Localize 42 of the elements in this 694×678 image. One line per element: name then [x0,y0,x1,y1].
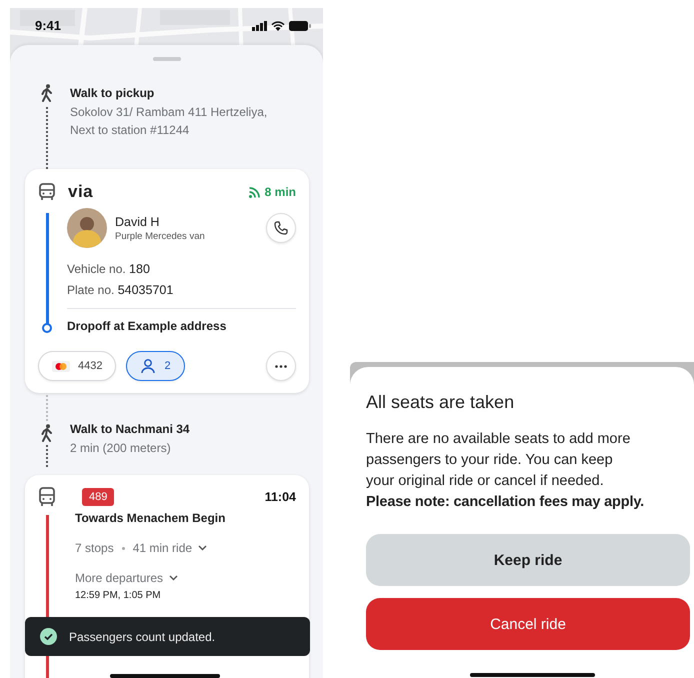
pickup-address: Sokolov 31/ Rambam 411 Hertzeliya, Next to station #11244 [70,104,268,139]
dialog-button[interactable]: Cancel ride [366,598,690,650]
vehicle-description: Purple Mercedes van [115,230,205,242]
dialog-button[interactable]: Keep ride [366,534,690,586]
ride-duration: 41 min ride [132,541,192,555]
brand-logo: via [68,182,94,202]
chevron-down-icon[interactable] [169,575,178,581]
payment-chip[interactable]: 4432 [38,351,116,381]
vehicle-number: Vehicle no. 180 [67,262,151,277]
plate-number: Plate no. 54035701 [67,283,174,298]
bus-icon [38,487,56,507]
signal-icon [252,20,267,30]
phone-icon [274,221,288,235]
walking-person-icon [40,84,54,102]
route-badge: 489 [82,488,114,506]
step-title: Walk to Nachmani 34 [70,421,190,437]
chevron-down-icon[interactable] [198,545,208,551]
card-icon [52,360,70,372]
eta-time: 8 min [264,185,296,199]
step-title: Walk to pickup [70,85,156,101]
wifi-icon [271,20,285,30]
person-icon [140,358,156,374]
bus-direction: Towards Menachem Begin [75,511,226,525]
walk-duration: 2 min (200 meters) [70,440,172,457]
dialog-message: There are no available seats to add more passengers to your ride. You can keep your original ride or cancel if needed. Please note: cancellation fees may apply. [366,430,642,512]
departure-times: 12:59 PM, 1:05 PM [75,590,162,601]
more-departures-link[interactable]: More departures [75,571,164,585]
check-circle-icon [40,628,57,645]
avatar [67,208,107,248]
toast-message: Passengers count updated. [69,630,216,644]
bus-icon [38,183,56,201]
departure-time: 11:04 [264,490,296,504]
stops-count: 7 stops [75,541,114,555]
passengers-chip[interactable]: 2 [126,351,185,381]
more-icon [275,364,287,368]
status-time: 9:41 [35,18,62,33]
dialog-title: All seats are taken [366,392,516,413]
walking-person-icon [40,424,54,442]
dropoff-address: Dropoff at Example address [67,319,228,333]
driver-name: David H [115,214,160,228]
live-signal-icon [248,186,260,198]
call-button[interactable] [266,213,296,243]
